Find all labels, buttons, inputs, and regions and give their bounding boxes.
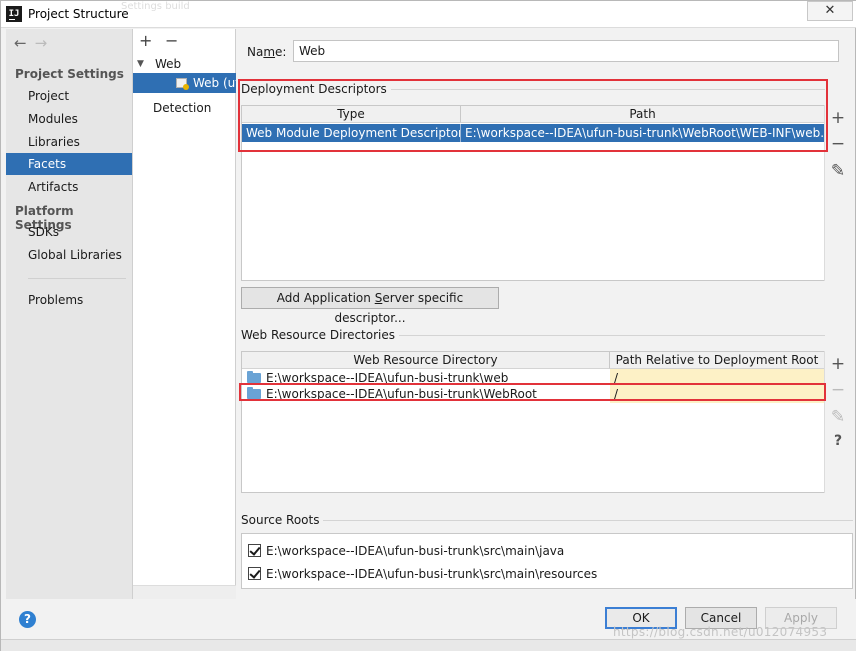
- title-bar: IJ Project Structure Settings build ✕: [1, 1, 856, 28]
- source-roots-divider: [241, 520, 853, 521]
- back-arrow-icon[interactable]: ←: [14, 34, 35, 52]
- intellij-app-icon: IJ: [6, 6, 22, 22]
- nav-history: ←→: [14, 34, 55, 52]
- facet-web-selected[interactable]: Web (ufun: [133, 73, 236, 93]
- add-resource-icon[interactable]: +: [825, 354, 851, 374]
- resource-directory-cell: E:\workspace--IDEA\ufun-busi-trunk\WebRo…: [266, 387, 537, 401]
- name-label-prefix: Na: [247, 45, 264, 59]
- deployment-descriptors-title: Deployment Descriptors: [241, 82, 391, 96]
- background-window-text: Settings build: [121, 1, 190, 12]
- folder-icon: [247, 387, 261, 399]
- close-button[interactable]: ✕: [807, 1, 853, 21]
- watermark-text: https://blog.csdn.net/u012074953: [613, 625, 828, 639]
- source-root-path: E:\workspace--IDEA\ufun-busi-trunk\src\m…: [266, 544, 565, 558]
- help-resource-icon[interactable]: ?: [825, 433, 851, 449]
- nav-item-facets[interactable]: Facets: [6, 153, 132, 175]
- background-window-ghost: Settings build: [121, 1, 811, 28]
- descriptor-type-cell: Web Module Deployment Descriptor: [242, 124, 461, 142]
- facet-tree-panel: + − ▼ Web Web (ufun Detection: [133, 29, 236, 599]
- descriptor-path-cell: E:\workspace--IDEA\ufun-busi-trunk\WebRo…: [465, 126, 824, 140]
- add-facet-icon[interactable]: +: [139, 31, 152, 50]
- nav-item-project[interactable]: Project: [6, 85, 132, 107]
- background-taskbar: [1, 639, 856, 651]
- folder-icon: [247, 371, 261, 383]
- column-header-web-resource-directory[interactable]: Web Resource Directory: [242, 352, 610, 369]
- relative-path-cell: /: [610, 385, 824, 403]
- remove-descriptor-icon[interactable]: −: [825, 134, 851, 154]
- nav-divider: [28, 278, 126, 279]
- settings-navigation: ←→ Project Settings Project Modules Libr…: [6, 29, 133, 599]
- descriptor-toolbar: + − ✎: [824, 105, 850, 281]
- column-header-type[interactable]: Type: [242, 106, 461, 123]
- column-header-path[interactable]: Path: [461, 106, 824, 123]
- table-row[interactable]: Web Module Deployment Descriptor E:\work…: [242, 124, 824, 142]
- table-row[interactable]: E:\workspace--IDEA\ufun-busi-trunk\WebRo…: [242, 385, 824, 403]
- nav-item-sdks[interactable]: SDKs: [6, 221, 132, 243]
- web-resource-table: Web Resource Directory Path Relative to …: [241, 351, 825, 493]
- remove-resource-icon[interactable]: −: [825, 380, 851, 400]
- source-root-checkbox[interactable]: [248, 544, 261, 557]
- add-server-descriptor-button[interactable]: Add Application Server specific descript…: [241, 287, 499, 325]
- tree-horizontal-scrollbar[interactable]: [133, 585, 236, 599]
- facet-group-web[interactable]: Web: [155, 57, 181, 71]
- project-settings-heading: Project Settings: [15, 67, 124, 81]
- source-root-path: E:\workspace--IDEA\ufun-busi-trunk\src\m…: [266, 567, 598, 581]
- facet-detection[interactable]: Detection: [153, 101, 211, 115]
- edit-resource-icon[interactable]: ✎: [825, 407, 851, 427]
- help-icon[interactable]: ?: [19, 611, 36, 628]
- nav-item-libraries[interactable]: Libraries: [6, 131, 132, 153]
- name-label-suffix: e:: [275, 45, 287, 59]
- name-label-mnemonic: m: [263, 45, 276, 59]
- nav-item-artifacts[interactable]: Artifacts: [6, 176, 132, 198]
- remove-facet-icon[interactable]: −: [165, 31, 178, 50]
- add-descriptor-icon[interactable]: +: [825, 108, 851, 128]
- web-resource-directories-title: Web Resource Directories: [241, 328, 399, 342]
- edit-descriptor-icon[interactable]: ✎: [825, 161, 851, 181]
- nav-item-problems[interactable]: Problems: [6, 289, 132, 311]
- web-facet-icon: [176, 78, 189, 90]
- name-label: Name:: [247, 45, 286, 59]
- window-title: Project Structure: [28, 7, 129, 21]
- forward-arrow-icon[interactable]: →: [35, 34, 56, 52]
- facet-settings-panel: Name: Web Deployment Descriptors Type Pa…: [237, 29, 855, 599]
- expand-arrow-icon[interactable]: ▼: [137, 59, 144, 69]
- facet-web-label: Web (ufun: [193, 76, 236, 90]
- source-root-checkbox[interactable]: [248, 567, 261, 580]
- source-roots-list: E:\workspace--IDEA\ufun-busi-trunk\src\m…: [241, 533, 853, 589]
- column-header-relative-path[interactable]: Path Relative to Deployment Root: [610, 352, 824, 369]
- nav-item-modules[interactable]: Modules: [6, 108, 132, 130]
- project-structure-dialog: IJ Project Structure Settings build ✕ ←→…: [0, 0, 856, 651]
- nav-item-global-libraries[interactable]: Global Libraries: [6, 244, 132, 266]
- source-roots-title: Source Roots: [241, 513, 324, 527]
- resource-toolbar: + − ✎ ?: [824, 351, 850, 493]
- deployment-descriptors-table: Type Path Web Module Deployment Descript…: [241, 105, 825, 281]
- name-input[interactable]: Web: [293, 40, 839, 62]
- add-server-button-prefix: Add Application: [276, 291, 375, 305]
